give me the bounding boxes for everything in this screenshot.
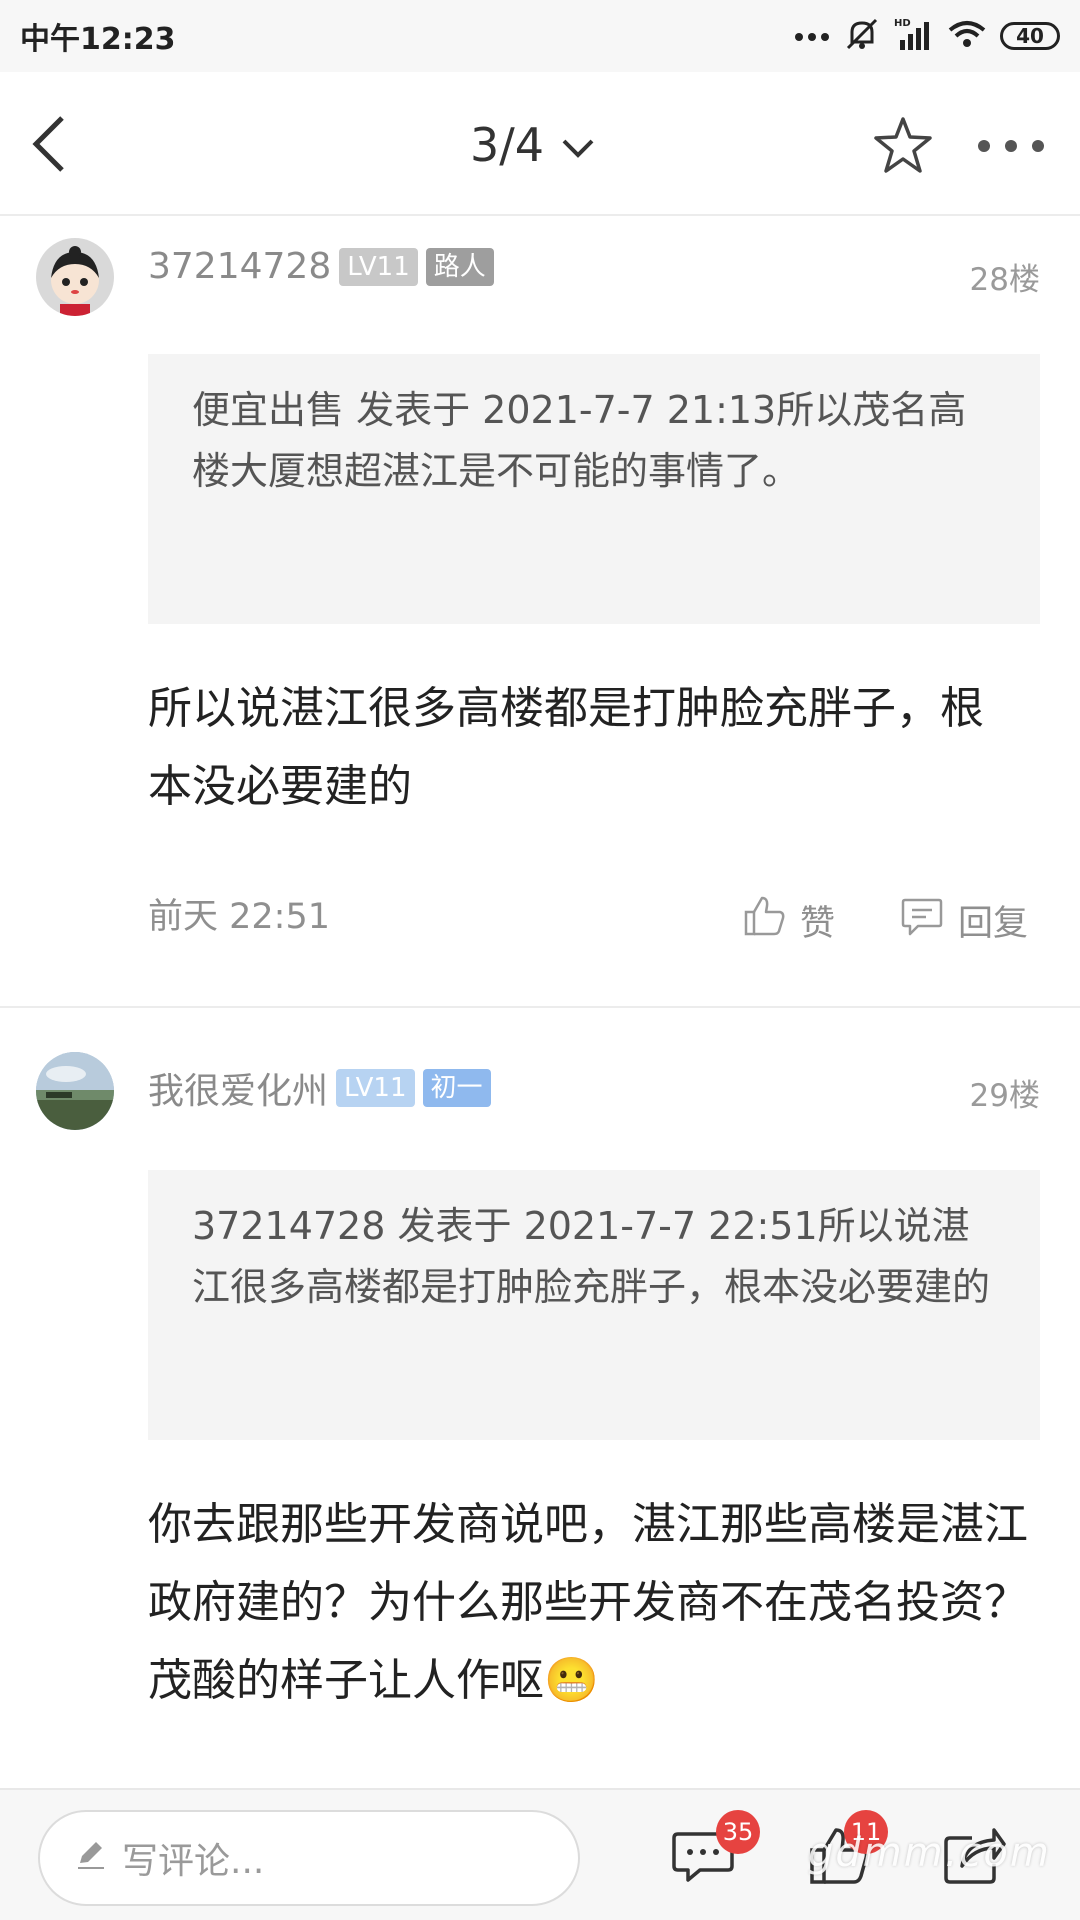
- comment-input[interactable]: 写评论...: [38, 1810, 580, 1906]
- username[interactable]: 37214728: [148, 246, 331, 287]
- floor-number: 29楼: [969, 1078, 1040, 1114]
- avatar[interactable]: [36, 238, 114, 316]
- reply-label: 回复: [958, 904, 1029, 944]
- avatar[interactable]: [36, 1052, 114, 1130]
- comment-placeholder: 写评论...: [122, 1841, 265, 1882]
- title-badge: 路人: [425, 247, 494, 286]
- page-selector[interactable]: 3/4: [470, 118, 596, 172]
- status-bar: 中午12:23 HD 40: [0, 0, 1080, 72]
- chevron-down-icon: [560, 118, 596, 172]
- wifi-icon: [948, 18, 986, 54]
- comment-count-badge: 35: [716, 1810, 760, 1854]
- post-28: 37214728 LV11 路人 28楼 便宜出售 发表于 2021-7-7 2…: [0, 216, 1080, 1006]
- star-icon[interactable]: [872, 114, 934, 176]
- hd-signal-icon: HD: [894, 16, 934, 56]
- status-icons: HD 40: [794, 14, 1060, 58]
- user-info: 37214728 LV11 路人: [148, 246, 494, 287]
- username[interactable]: 我很爱化州: [148, 1062, 328, 1114]
- level-badge: LV11: [336, 1069, 415, 1107]
- user-info: 我很爱化州 LV11 初一: [148, 1062, 491, 1114]
- svg-text:HD: HD: [894, 18, 911, 29]
- pencil-icon: [74, 1837, 108, 1880]
- mute-icon: [844, 16, 880, 56]
- quote-block: 37214728 发表于 2021-7-7 22:51所以说湛江很多高楼都是打肿…: [148, 1170, 1040, 1440]
- page-indicator: 3/4: [470, 118, 545, 172]
- top-nav: 3/4: [0, 72, 1080, 216]
- post-29: 我很爱化州 LV11 初一 29楼 37214728 发表于 2021-7-7 …: [0, 1008, 1080, 1788]
- comments-button[interactable]: 35: [672, 1810, 760, 1888]
- floor-number: 28楼: [969, 262, 1040, 298]
- back-icon[interactable]: [28, 112, 80, 176]
- watermark: gdmm.com: [808, 1830, 1051, 1876]
- title-badge: 初一: [422, 1069, 491, 1107]
- more-dots-icon: [794, 27, 830, 46]
- quote-block: 便宜出售 发表于 2021-7-7 21:13所以茂名高楼大厦想超湛江是不可能的…: [148, 354, 1040, 624]
- level-badge: LV11: [339, 247, 418, 286]
- battery-icon: 40: [1000, 22, 1060, 50]
- comment-icon: [900, 894, 944, 947]
- thumbs-up-icon: [742, 894, 786, 947]
- post-content: 你去跟那些开发商说吧，湛江那些高楼是湛江政府建的？为什么那些开发商不在茂名投资？…: [148, 1499, 1028, 1706]
- like-button[interactable]: 赞: [742, 894, 835, 947]
- reply-button[interactable]: 回复: [900, 894, 1028, 947]
- like-label: 赞: [800, 904, 836, 944]
- post-time: 前天 22:51: [148, 897, 330, 937]
- status-time: 中午12:23: [20, 22, 176, 57]
- post-content: 所以说湛江很多高楼都是打肿脸充胖子，根本没必要建的: [148, 683, 984, 812]
- more-icon[interactable]: [976, 138, 1046, 154]
